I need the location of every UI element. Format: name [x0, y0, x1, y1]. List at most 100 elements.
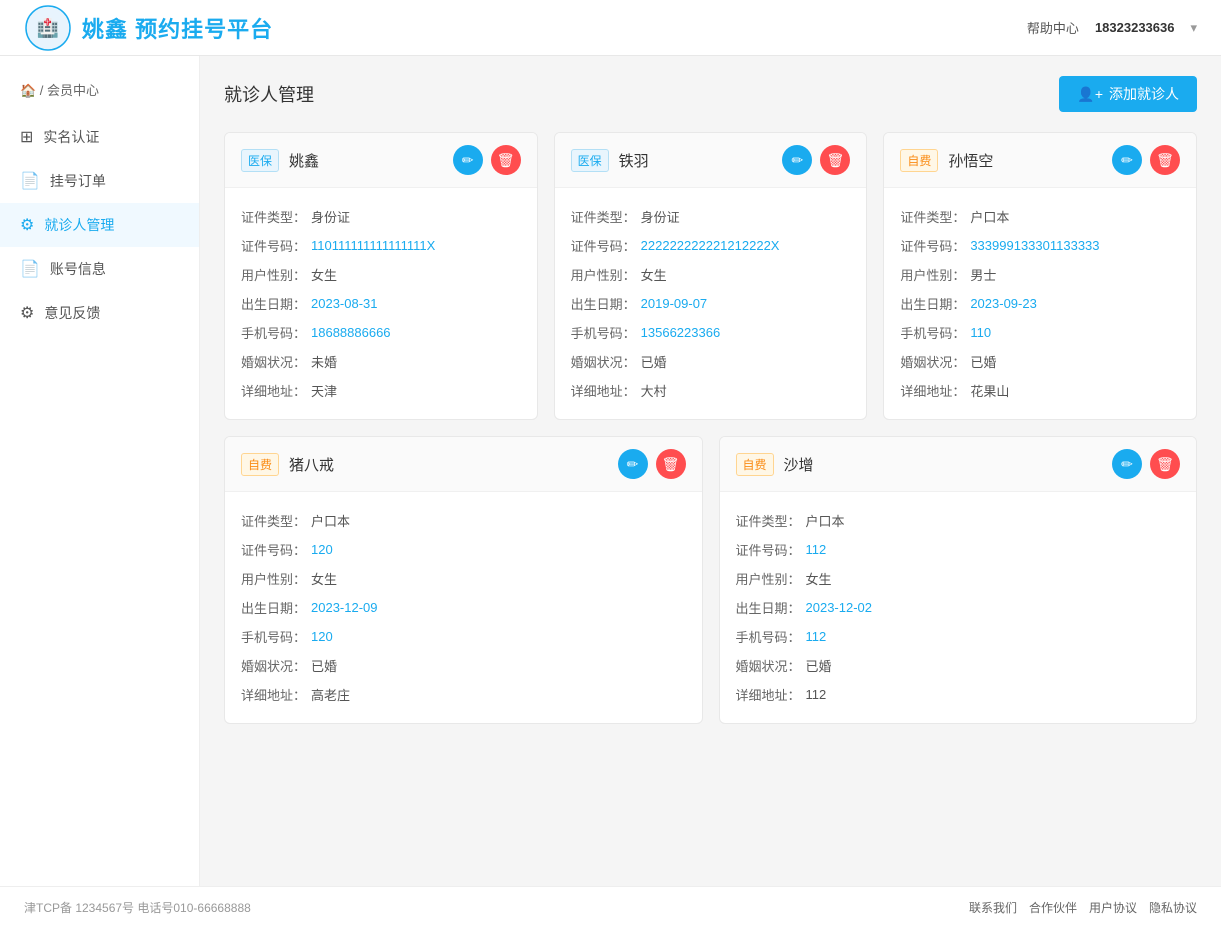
field-label: 详细地址：: [736, 685, 806, 704]
card-field: 证件类型： 身份证: [571, 202, 851, 231]
sidebar-item-label: 意见反馈: [44, 303, 100, 323]
field-value: 女生: [641, 265, 667, 284]
field-value: 高老庄: [311, 685, 350, 704]
field-value: 2023-12-09: [311, 600, 378, 615]
breadcrumb: 🏠 / 会员中心: [0, 72, 199, 115]
help-link[interactable]: 帮助中心: [1027, 18, 1079, 37]
card-field: 详细地址： 高老庄: [241, 680, 686, 709]
card-field: 证件号码： 333999133301133333: [900, 231, 1180, 260]
patient-cards-top: 医保 姚鑫 ✏ 🗑 证件类型： 身份证 证件号码： 11011111111111…: [224, 132, 1197, 420]
patient-card: 医保 铁羽 ✏ 🗑 证件类型： 身份证 证件号码： 22222222222121…: [554, 132, 868, 420]
field-label: 用户性别：: [900, 265, 970, 284]
sidebar-item-realname[interactable]: ⊞ 实名认证: [0, 115, 199, 159]
field-label: 详细地址：: [241, 381, 311, 400]
field-value: 女生: [311, 265, 337, 284]
card-field: 证件类型： 身份证: [241, 202, 521, 231]
footer-icp: 津TCP备 1234567号 电话号010-66668888: [24, 899, 251, 916]
edit-button[interactable]: ✏: [782, 145, 812, 175]
card-header-left: 医保 姚鑫: [241, 149, 319, 172]
card-field: 出生日期： 2023-08-31: [241, 289, 521, 318]
add-patient-button[interactable]: 👤+ 添加就诊人: [1059, 76, 1197, 112]
card-field: 用户性别： 女生: [241, 260, 521, 289]
edit-button[interactable]: ✏: [618, 449, 648, 479]
field-label: 详细地址：: [900, 381, 970, 400]
edit-button[interactable]: ✏: [1112, 145, 1142, 175]
field-value: 已婚: [970, 352, 996, 371]
card-field: 证件号码： 120: [241, 535, 686, 564]
card-field: 证件号码： 112: [736, 535, 1181, 564]
insurance-badge: 自费: [241, 453, 279, 476]
card-field: 婚姻状况： 已婚: [736, 651, 1181, 680]
field-value: 2023-08-31: [311, 296, 378, 311]
card-field: 详细地址： 花果山: [900, 376, 1180, 405]
card-field: 详细地址： 天津: [241, 376, 521, 405]
card-field: 婚姻状况： 已婚: [571, 347, 851, 376]
footer-links: 联系我们合作伙伴用户协议隐私协议: [969, 899, 1197, 916]
card-field: 手机号码： 120: [241, 622, 686, 651]
patient-card: 自费 孙悟空 ✏ 🗑 证件类型： 户口本 证件号码： 3339991333011…: [883, 132, 1197, 420]
field-label: 手机号码：: [736, 627, 806, 646]
footer-link[interactable]: 隐私协议: [1149, 899, 1197, 916]
card-body: 证件类型： 身份证 证件号码： 222222222221212222X 用户性别…: [555, 188, 867, 419]
card-field: 证件类型： 户口本: [241, 506, 686, 535]
field-label: 手机号码：: [571, 323, 641, 342]
card-field: 用户性别： 女生: [736, 564, 1181, 593]
card-field: 婚姻状况： 已婚: [900, 347, 1180, 376]
field-label: 婚姻状况：: [571, 352, 641, 371]
field-label: 婚姻状况：: [736, 656, 806, 675]
card-header: 自费 猪八戒 ✏ 🗑: [225, 437, 702, 492]
field-label: 用户性别：: [736, 569, 806, 588]
field-value: 身份证: [311, 207, 350, 226]
card-field: 出生日期： 2023-12-02: [736, 593, 1181, 622]
footer-link[interactable]: 用户协议: [1089, 899, 1137, 916]
header-right: 帮助中心 18323233636 ▾: [1027, 18, 1197, 37]
sidebar-item-label: 账号信息: [50, 259, 106, 279]
card-header-left: 自费 孙悟空: [900, 149, 993, 172]
field-value: 已婚: [311, 656, 337, 675]
insurance-badge: 医保: [241, 149, 279, 172]
sidebar-item-account[interactable]: 📄 账号信息: [0, 247, 199, 291]
field-label: 证件号码：: [571, 236, 641, 255]
card-field: 手机号码： 18688886666: [241, 318, 521, 347]
delete-button[interactable]: 🗑: [1150, 145, 1180, 175]
field-label: 出生日期：: [241, 294, 311, 313]
delete-button[interactable]: 🗑: [656, 449, 686, 479]
field-value: 女生: [311, 569, 337, 588]
sidebar-item-orders[interactable]: 📄 挂号订单: [0, 159, 199, 203]
card-field: 出生日期： 2023-09-23: [900, 289, 1180, 318]
sidebar-item-patients[interactable]: ⚙ 就诊人管理: [0, 203, 199, 247]
footer-link[interactable]: 联系我们: [969, 899, 1017, 916]
card-field: 婚姻状况： 已婚: [241, 651, 686, 680]
field-label: 证件号码：: [241, 236, 311, 255]
edit-button[interactable]: ✏: [1112, 449, 1142, 479]
header-phone: 18323233636: [1095, 20, 1175, 35]
user-plus-icon: 👤+: [1077, 86, 1103, 103]
field-label: 证件类型：: [241, 207, 311, 226]
card-body: 证件类型： 户口本 证件号码： 120 用户性别： 女生 出生日期： 2023-…: [225, 492, 702, 723]
patient-card: 医保 姚鑫 ✏ 🗑 证件类型： 身份证 证件号码： 11011111111111…: [224, 132, 538, 420]
footer-link[interactable]: 合作伙伴: [1029, 899, 1077, 916]
site-title: 姚鑫 预约挂号平台: [82, 12, 273, 44]
card-field: 证件类型： 户口本: [900, 202, 1180, 231]
card-header: 医保 铁羽 ✏ 🗑: [555, 133, 867, 188]
delete-button[interactable]: 🗑: [820, 145, 850, 175]
card-field: 手机号码： 13566223366: [571, 318, 851, 347]
patient-name: 姚鑫: [289, 150, 319, 171]
logo-area: 🏥 姚鑫 预约挂号平台: [24, 4, 273, 52]
field-value: 大村: [641, 381, 667, 400]
card-header-left: 医保 铁羽: [571, 149, 649, 172]
insurance-badge: 医保: [571, 149, 609, 172]
field-value: 已婚: [641, 352, 667, 371]
field-value: 333999133301133333: [970, 238, 1099, 253]
delete-button[interactable]: 🗑: [491, 145, 521, 175]
card-actions: ✏ 🗑: [453, 145, 521, 175]
card-field: 手机号码： 112: [736, 622, 1181, 651]
delete-button[interactable]: 🗑: [1150, 449, 1180, 479]
edit-button[interactable]: ✏: [453, 145, 483, 175]
sidebar-item-feedback[interactable]: ⚙ 意见反馈: [0, 291, 199, 335]
card-field: 用户性别： 女生: [241, 564, 686, 593]
card-header-left: 自费 猪八戒: [241, 453, 334, 476]
page-header: 就诊人管理 👤+ 添加就诊人: [224, 76, 1197, 112]
field-label: 证件类型：: [736, 511, 806, 530]
field-label: 出生日期：: [900, 294, 970, 313]
